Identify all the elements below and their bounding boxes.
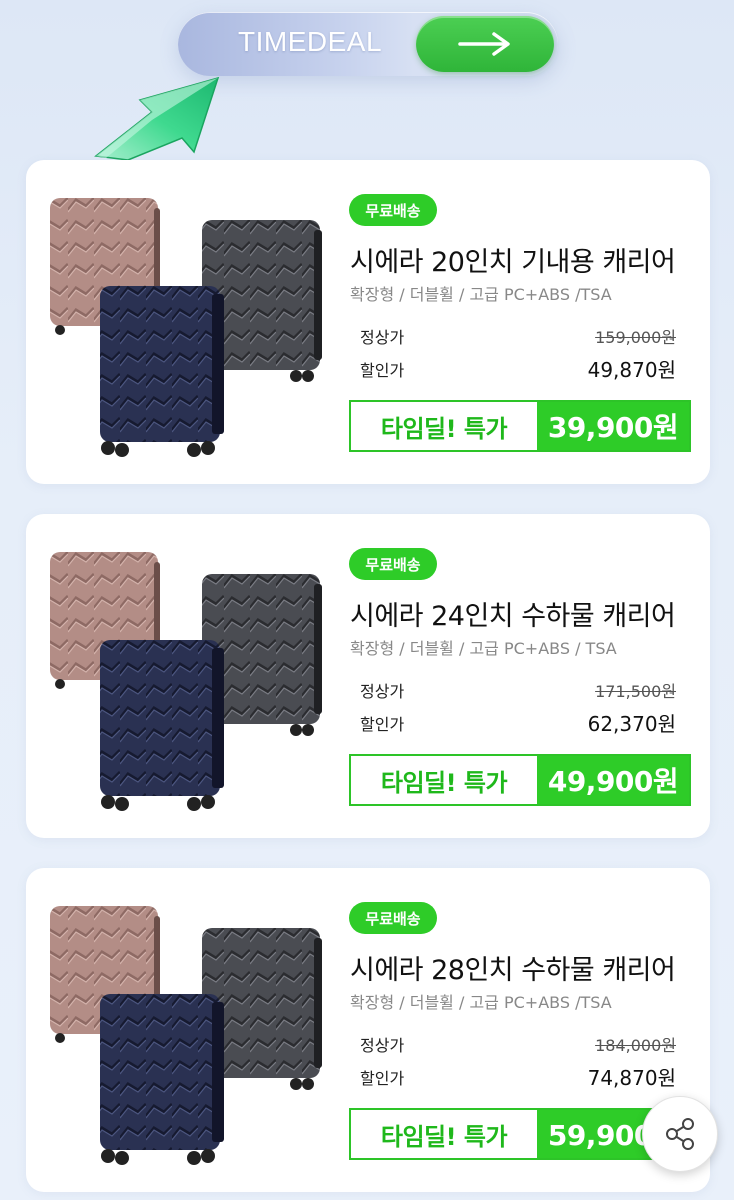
luggage-product-image — [50, 198, 322, 457]
regular-price: 159,000원 — [595, 328, 676, 347]
product-title: 시에라 28인치 수하물 캐리어 — [350, 955, 676, 986]
timedeal-price-bar: 타임딜! 특가 39,900원 — [349, 400, 691, 452]
product-specs: 확장형 / 더블휠 / 고급 PC+ABS /TSA — [350, 993, 612, 1012]
regular-price-label: 정상가 — [360, 1036, 405, 1055]
regular-price: 184,000원 — [595, 1036, 676, 1055]
timedeal-go-button[interactable] — [416, 16, 554, 72]
product-card-1[interactable]: 무료배송 시에라 20인치 기내용 캐리어 확장형 / 더블휠 / 고급 PC+… — [26, 160, 710, 484]
free-shipping-badge: 무료배송 — [349, 194, 437, 226]
timedeal-header: TIMEDEAL — [0, 0, 734, 160]
share-button[interactable] — [642, 1096, 718, 1172]
timedeal-label: 타임딜! 특가 — [380, 768, 508, 797]
product-card-2[interactable]: 무료배송 시에라 24인치 수하물 캐리어 확장형 / 더블휠 / 고급 PC+… — [26, 514, 710, 838]
discount-price: 62,370원 — [587, 712, 676, 736]
timedeal-price: 49,900원 — [537, 756, 689, 804]
regular-price-label: 정상가 — [360, 682, 405, 701]
regular-price-label: 정상가 — [360, 328, 405, 347]
discount-price-label: 할인가 — [360, 361, 405, 380]
timedeal-label: TIMEDEAL — [238, 26, 383, 57]
discount-price-label: 할인가 — [360, 1069, 405, 1088]
product-specs: 확장형 / 더블휠 / 고급 PC+ABS / TSA — [350, 639, 617, 658]
free-shipping-badge: 무료배송 — [349, 902, 437, 934]
discount-price-label: 할인가 — [360, 715, 405, 734]
product-specs: 확장형 / 더블휠 / 고급 PC+ABS /TSA — [350, 285, 612, 304]
timedeal-label: 타임딜! 특가 — [380, 1122, 508, 1151]
discount-price: 49,870원 — [587, 358, 676, 382]
luggage-product-image — [50, 552, 322, 811]
share-icon — [666, 1118, 694, 1150]
big-3d-arrow-icon — [94, 76, 220, 160]
timedeal-label: 타임딜! 특가 — [380, 414, 508, 443]
regular-price: 171,500원 — [595, 682, 676, 701]
timedeal-price: 39,900원 — [537, 402, 689, 450]
product-card-3[interactable]: 무료배송 시에라 28인치 수하물 캐리어 확장형 / 더블휠 / 고급 PC+… — [26, 868, 710, 1192]
luggage-product-image — [50, 906, 322, 1165]
timedeal-price-bar: 타임딜! 특가 59,900원 — [349, 1108, 691, 1160]
arrow-right-icon — [458, 32, 510, 56]
free-shipping-badge: 무료배송 — [349, 548, 437, 580]
product-title: 시에라 20인치 기내용 캐리어 — [350, 247, 676, 278]
discount-price: 74,870원 — [587, 1066, 676, 1090]
product-title: 시에라 24인치 수하물 캐리어 — [350, 601, 676, 632]
timedeal-price-bar: 타임딜! 특가 49,900원 — [349, 754, 691, 806]
